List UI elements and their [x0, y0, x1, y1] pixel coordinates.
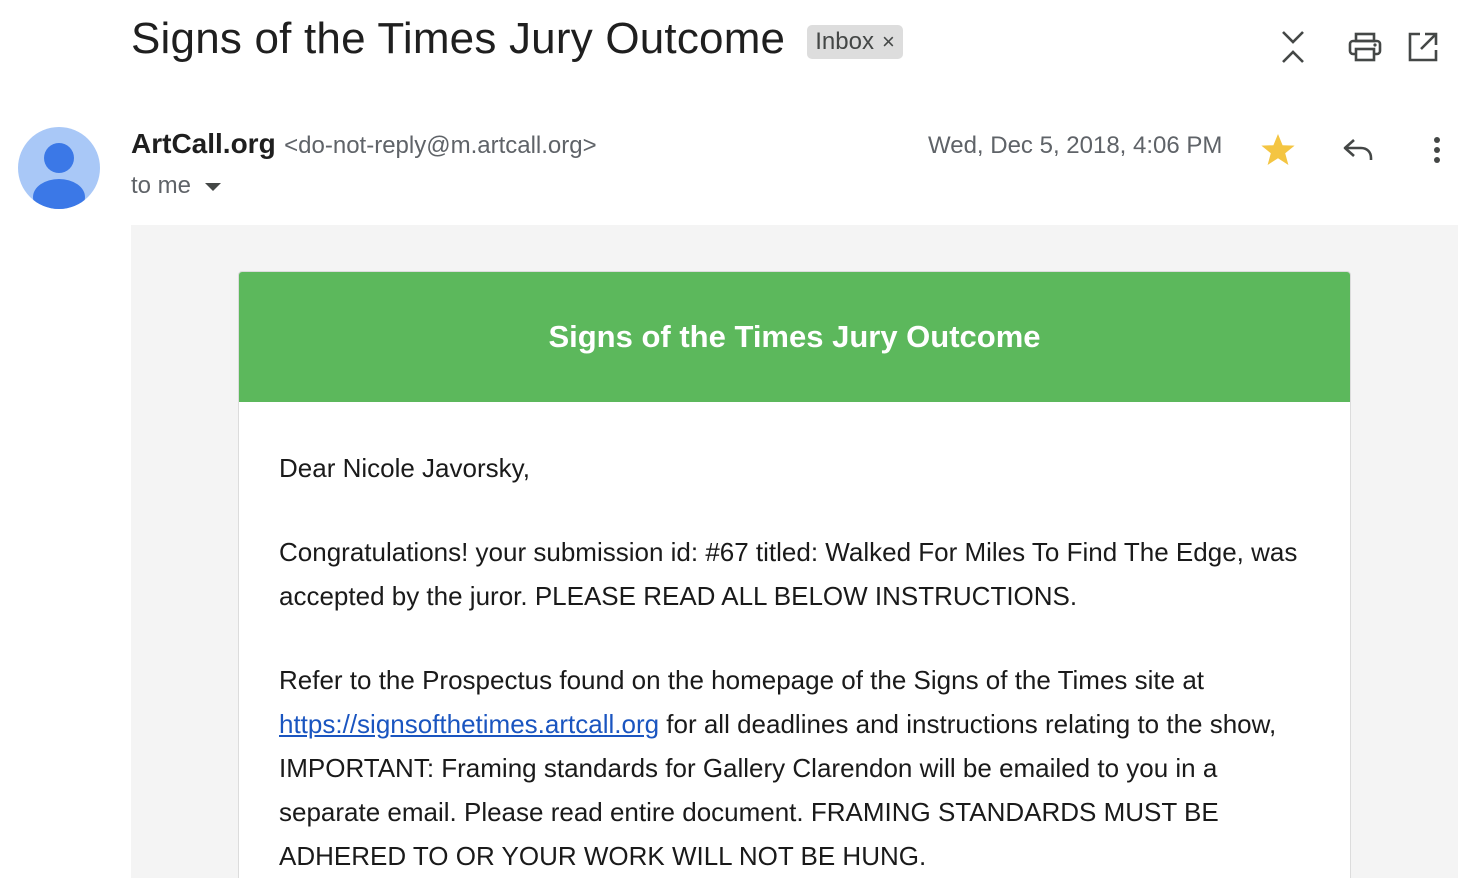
sender-avatar[interactable]	[18, 127, 100, 209]
label-text: Inbox	[815, 28, 874, 55]
site-link[interactable]: https://signsofthetimes.artcall.org	[279, 709, 659, 739]
sender-name[interactable]: ArtCall.org	[131, 128, 276, 159]
sender-line: ArtCall.org <do-not-reply@m.artcall.org>	[131, 128, 597, 160]
email-content: Dear Nicole Javorsky, Congratulations! y…	[239, 402, 1350, 878]
more-options-icon[interactable]	[1415, 128, 1459, 172]
sender-email: <do-not-reply@m.artcall.org>	[284, 132, 597, 159]
star-icon[interactable]	[1256, 128, 1300, 172]
thread-toolbar	[1270, 24, 1446, 70]
recipient-text: to me	[131, 172, 192, 199]
instructions-paragraph: Refer to the Prospectus found on the hom…	[279, 658, 1310, 878]
subject-title: Signs of the Times Jury Outcome	[131, 14, 786, 63]
open-in-new-window-icon[interactable]	[1400, 24, 1446, 70]
remove-label-icon[interactable]: ×	[882, 29, 895, 55]
email-banner: Signs of the Times Jury Outcome	[239, 272, 1350, 402]
show-details-chevron-icon[interactable]	[205, 183, 222, 191]
reply-icon[interactable]	[1336, 128, 1380, 172]
person-icon	[33, 143, 85, 209]
expand-collapse-icon[interactable]	[1270, 24, 1316, 70]
print-icon[interactable]	[1342, 24, 1388, 70]
inbox-label-chip[interactable]: Inbox ×	[807, 25, 903, 59]
banner-title: Signs of the Times Jury Outcome	[548, 319, 1041, 354]
recipient-line: to me	[131, 172, 222, 200]
subject-row: Signs of the Times Jury Outcome Inbox ×	[131, 14, 903, 64]
email-view: Signs of the Times Jury Outcome Inbox ×	[0, 0, 1480, 878]
congrats-paragraph: Congratulations! your submission id: #67…	[279, 537, 1298, 611]
instructions-text-before: Refer to the Prospectus found on the hom…	[279, 665, 1205, 695]
greeting: Dear Nicole Javorsky,	[279, 453, 530, 483]
message-date: Wed, Dec 5, 2018, 4:06 PM	[928, 132, 1223, 159]
email-card: Signs of the Times Jury Outcome Dear Nic…	[238, 271, 1351, 878]
